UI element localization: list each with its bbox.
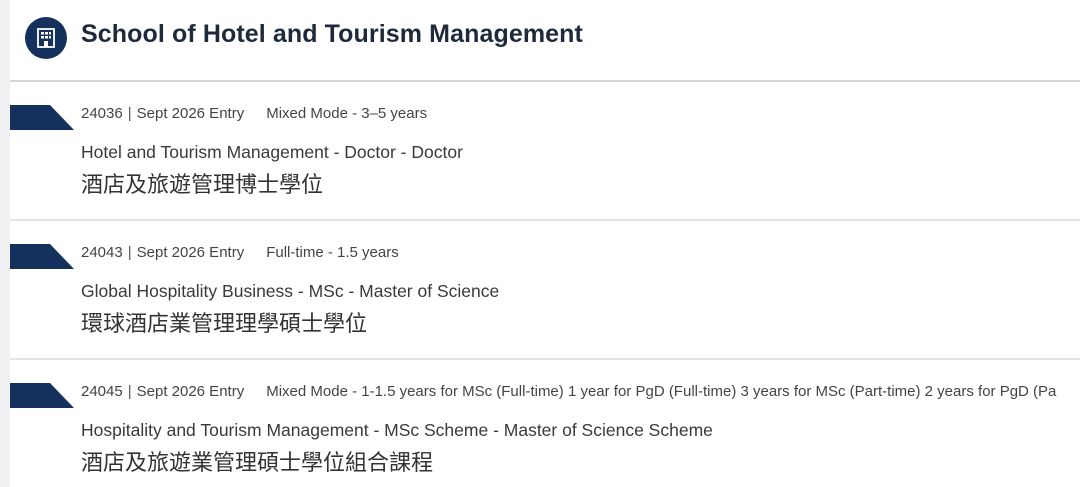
- meta-separator: |: [127, 244, 132, 261]
- school-header: School of Hotel and Tourism Management: [10, 0, 1080, 82]
- program-listing: School of Hotel and Tourism Management 2…: [10, 0, 1080, 487]
- program-entry: Sept 2026 Entry: [136, 244, 245, 261]
- program-mode: Full-time - 1.5 years: [266, 244, 399, 261]
- program-meta: 24036 | Sept 2026 Entry Mixed Mode - 3–5 ye…: [81, 105, 427, 122]
- program-flag-icon: [10, 383, 74, 408]
- program-mode: Mixed Mode - 1-1.5 years for MSc (Full-t…: [266, 383, 1057, 400]
- program-meta: 24045 | Sept 2026 Entry Mixed Mode - 1-1.5 …: [81, 383, 1056, 400]
- program-name-en[interactable]: Hotel and Tourism Management - Doctor - …: [81, 142, 463, 163]
- program-mode: Mixed Mode - 3–5 years: [266, 105, 428, 122]
- meta-separator: |: [127, 383, 132, 400]
- program-flag-icon: [10, 244, 74, 269]
- program-name-en[interactable]: Global Hospitality Business - MSc - Mast…: [81, 281, 499, 302]
- program-item[interactable]: 24036 | Sept 2026 Entry Mixed Mode - 3–5 ye…: [10, 82, 1080, 221]
- program-name-zh[interactable]: 酒店及旅遊業管理碩士學位組合課程: [81, 445, 433, 477]
- program-item[interactable]: 24043 | Sept 2026 Entry Full-time - 1.5 yea…: [10, 221, 1080, 360]
- program-meta: 24043 | Sept 2026 Entry Full-time - 1.5 yea…: [81, 244, 399, 261]
- program-name-zh[interactable]: 環球酒店業管理理學碩士學位: [81, 306, 367, 338]
- program-item[interactable]: 24045 | Sept 2026 Entry Mixed Mode - 1-1.5 …: [10, 360, 1080, 487]
- building-icon: [25, 17, 67, 59]
- program-flag-icon: [10, 105, 74, 130]
- program-name-zh[interactable]: 酒店及旅遊管理博士學位: [81, 167, 323, 199]
- program-code: 24045: [81, 383, 123, 400]
- school-title: School of Hotel and Tourism Management: [81, 20, 583, 48]
- program-name-en[interactable]: Hospitality and Tourism Management - MSc…: [81, 420, 713, 441]
- program-entry: Sept 2026 Entry: [136, 383, 245, 400]
- program-entry: Sept 2026 Entry: [136, 105, 245, 122]
- program-code: 24036: [81, 105, 123, 122]
- meta-separator: |: [127, 105, 132, 122]
- program-code: 24043: [81, 244, 123, 261]
